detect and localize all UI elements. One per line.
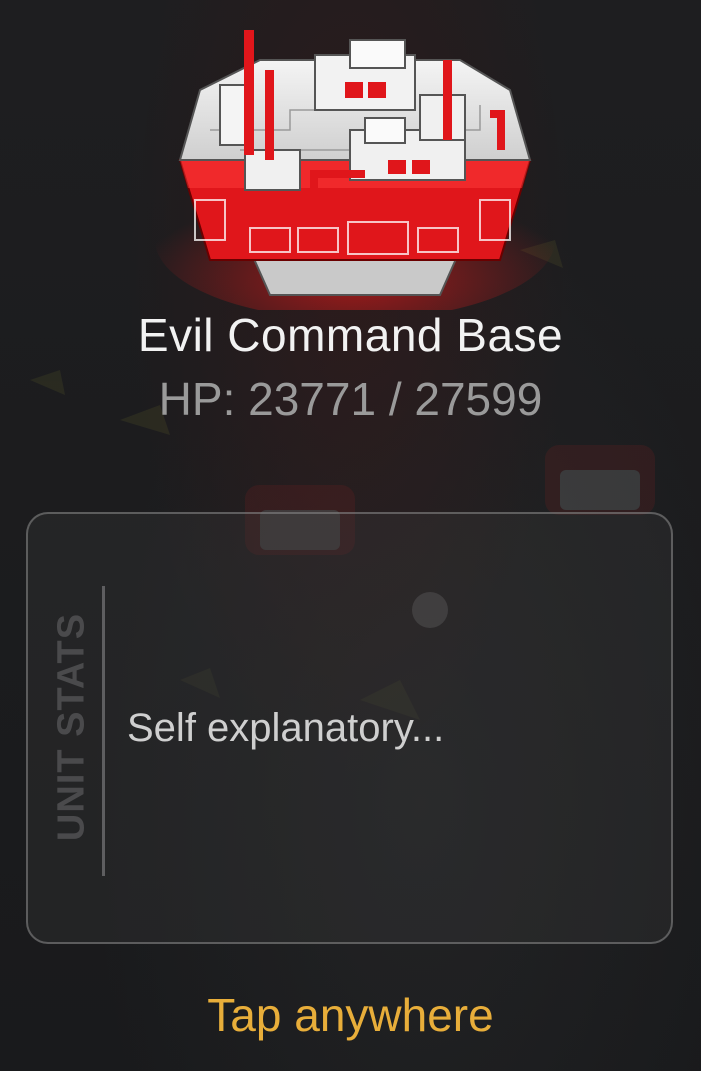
command-base-icon xyxy=(155,30,555,310)
unit-stats-tab: UNIT STATS xyxy=(42,582,102,872)
unit-name: Evil Command Base xyxy=(137,309,564,361)
unit-hp: HP: 23771 / 27599 xyxy=(158,373,543,425)
stats-divider xyxy=(102,586,105,876)
tap-anywhere-hint[interactable]: Tap anywhere xyxy=(0,988,701,1042)
unit-info-screen[interactable]: Evil Command Base HP: 23771 / 27599 UNIT… xyxy=(0,0,701,1071)
unit-stats-tab-label: UNIT STATS xyxy=(50,612,93,842)
unit-description: Self explanatory... xyxy=(127,706,445,750)
